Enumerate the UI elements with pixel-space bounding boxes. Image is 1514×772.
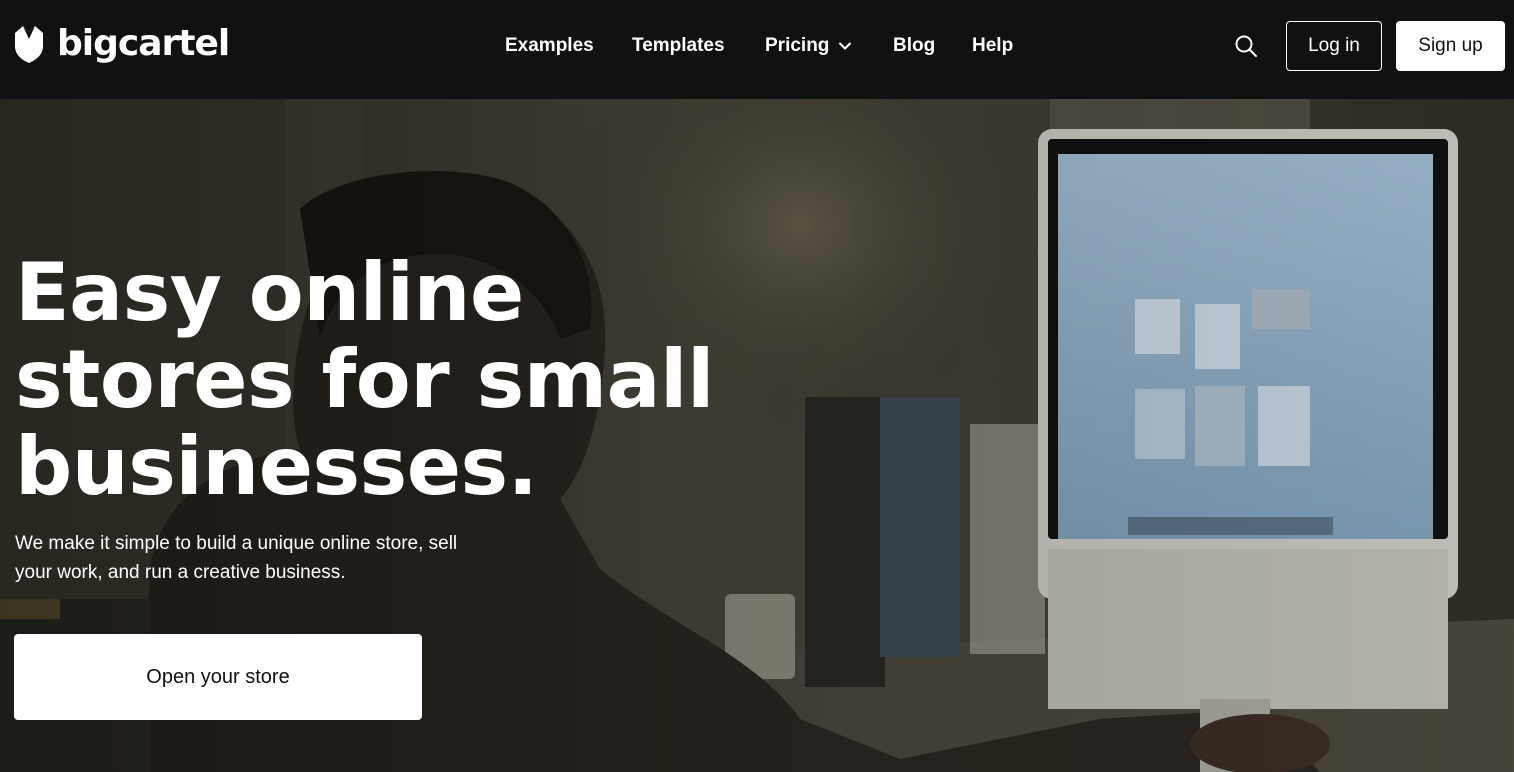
bigcartel-shield-logo-icon <box>15 26 43 63</box>
nav-examples-label: Examples <box>505 35 594 56</box>
nav-pricing[interactable]: Pricing <box>765 30 852 62</box>
nav-help-label: Help <box>972 35 1014 56</box>
nav-templates[interactable]: Templates <box>632 30 725 62</box>
chevron-down-icon <box>839 42 852 50</box>
hero-heading: Easy online stores for small businesses. <box>15 249 735 510</box>
login-button[interactable]: Log in <box>1286 21 1382 71</box>
bigcartel-logo[interactable]: bigcartel <box>13 22 230 66</box>
hero-subheading-line-1: We make it simple to build a unique onli… <box>15 533 458 554</box>
open-store-button[interactable]: Open your store <box>14 634 422 720</box>
hero-subheading-line-2: your work, and run a creative business. <box>15 562 346 583</box>
site-header: bigcartel Examples Templates Pricing Blo… <box>0 0 1514 99</box>
hero-heading-line-2: stores for small <box>15 333 714 426</box>
hero-section: Easy online stores for small businesses.… <box>0 99 1514 772</box>
signup-button[interactable]: Sign up <box>1396 21 1505 71</box>
nav-templates-label: Templates <box>632 35 725 56</box>
hero-subheading: We make it simple to build a unique onli… <box>15 529 515 587</box>
nav-help[interactable]: Help <box>972 30 1013 62</box>
hero-heading-line-1: Easy online <box>15 246 524 339</box>
nav-blog[interactable]: Blog <box>893 30 935 62</box>
nav-examples[interactable]: Examples <box>505 30 594 62</box>
hero-heading-line-3: businesses. <box>15 420 538 513</box>
nav-blog-label: Blog <box>893 35 936 56</box>
nav-pricing-label: Pricing <box>765 35 830 56</box>
search-button[interactable] <box>1231 31 1261 61</box>
brand-name: bigcartel <box>57 23 230 64</box>
search-icon <box>1235 35 1257 57</box>
